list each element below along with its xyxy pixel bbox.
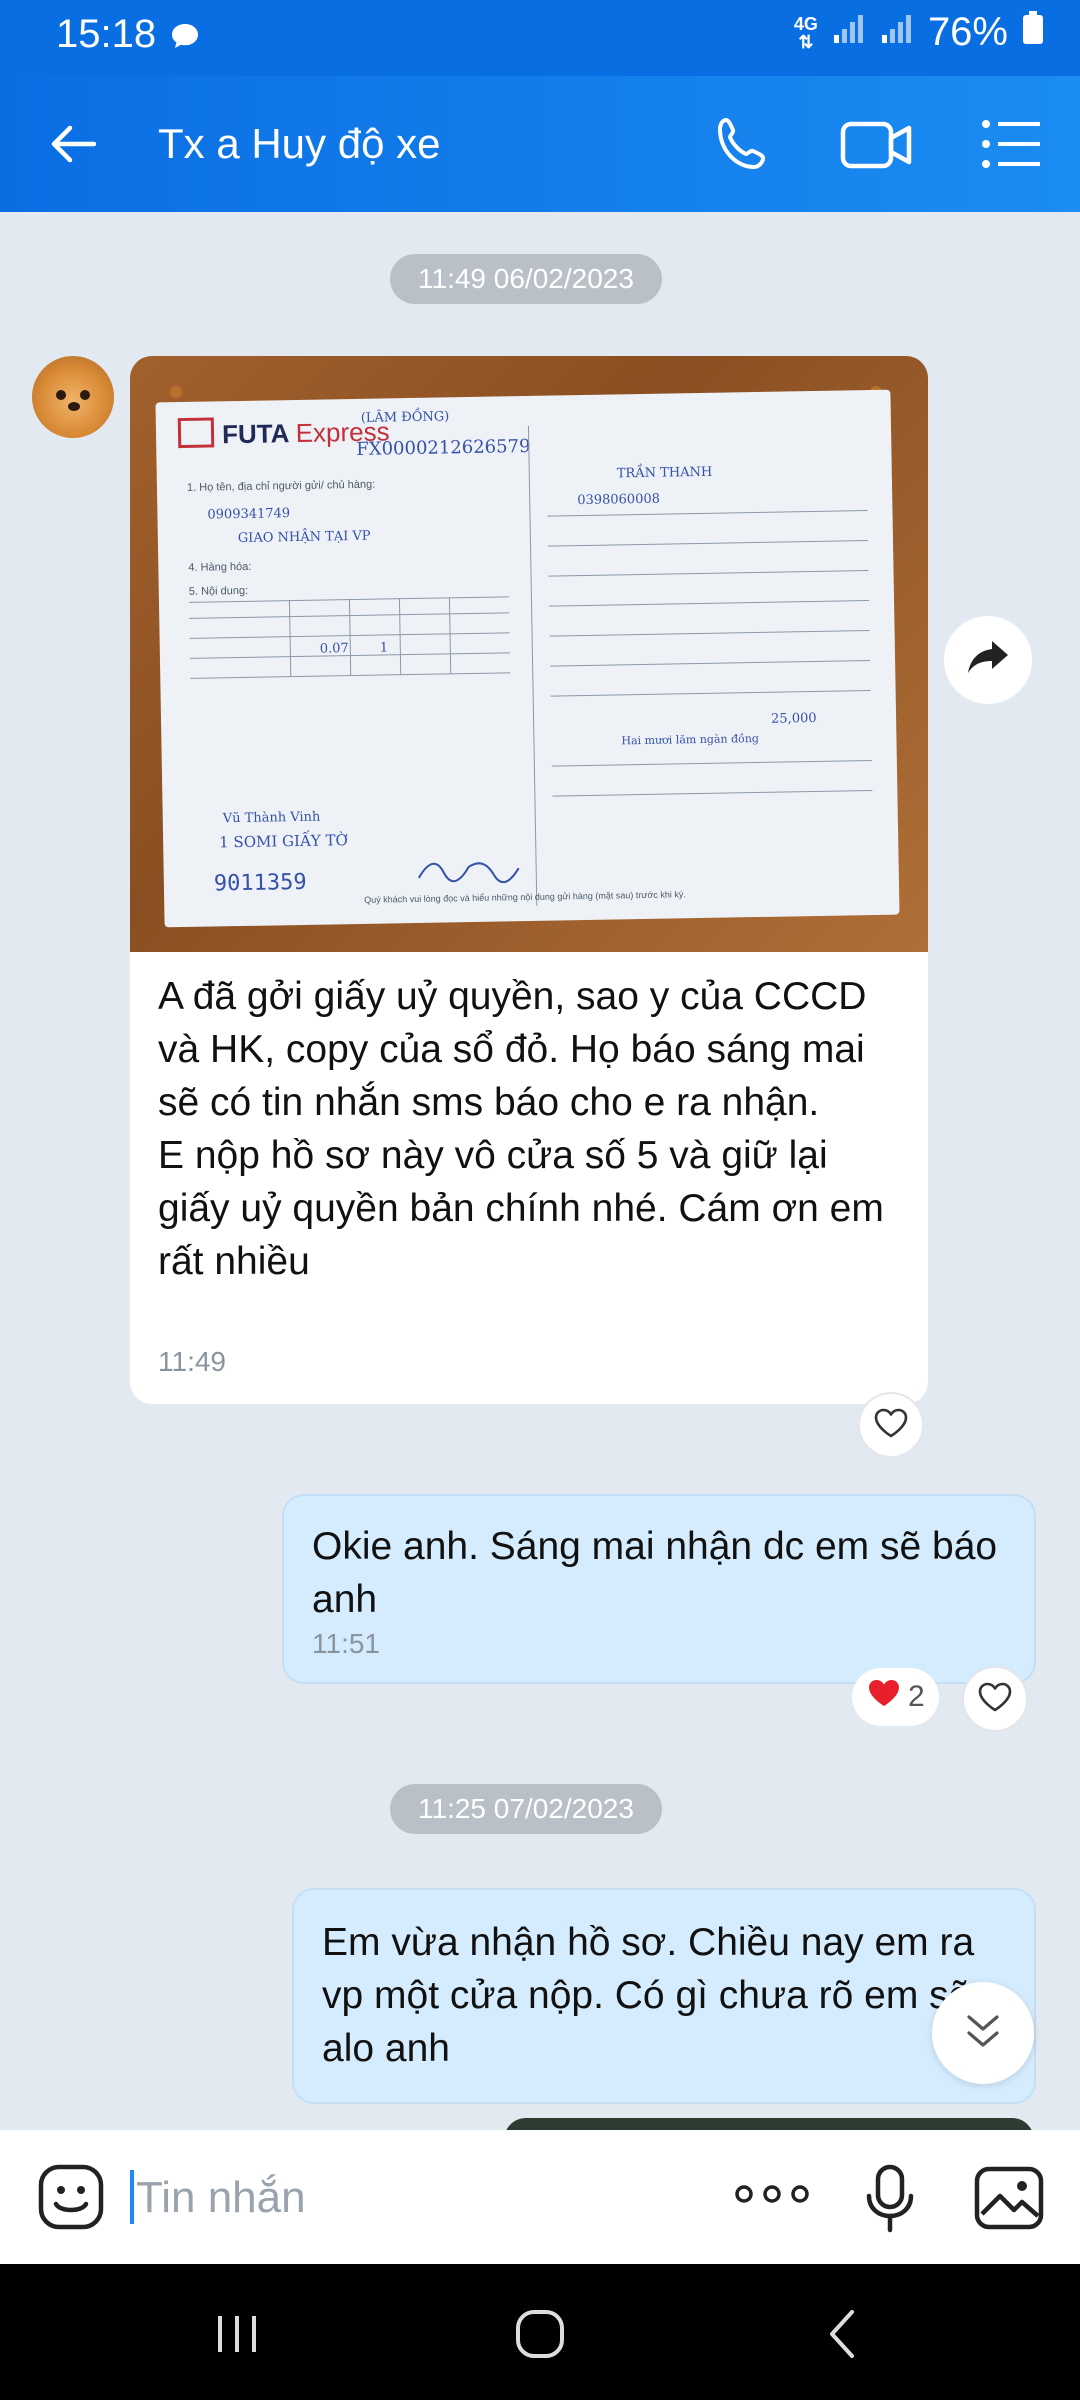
system-nav-bar xyxy=(0,2264,1080,2400)
date-separator: 11:25 07/02/2023 xyxy=(390,1784,662,1834)
reaction-summary[interactable]: 2 xyxy=(852,1668,939,1726)
home-icon[interactable] xyxy=(514,2308,566,2365)
phone-icon[interactable] xyxy=(712,114,774,181)
messenger-notification-icon xyxy=(170,22,200,55)
message-text: Em vừa nhận hồ sơ. Chiều nay em ra vp mộ… xyxy=(322,1921,975,2070)
video-camera-icon[interactable] xyxy=(840,116,914,179)
service-type: GIAO NHẬN TẠI VP xyxy=(237,528,371,547)
sticker-face-icon[interactable] xyxy=(38,2164,104,2235)
heart-outline-icon xyxy=(977,1681,1013,1718)
message-text: Okie anh. Sáng mai nhận dc em sẽ báo anh xyxy=(312,1525,998,1621)
receipt-region: (LÂM ĐỒNG) xyxy=(360,409,450,426)
qty-value: 1 xyxy=(379,640,389,656)
chat-header: Tx a Huy độ xe xyxy=(0,76,1080,212)
sender-name: Vũ Thành Vinh xyxy=(222,809,321,827)
weight-value: 0.07 xyxy=(319,641,349,657)
message-time: 11:49 xyxy=(158,1346,226,1377)
chevron-double-down-icon xyxy=(963,2011,1003,2056)
like-button[interactable] xyxy=(962,1666,1028,1732)
scroll-to-bottom-button[interactable] xyxy=(932,1982,1034,2084)
content-note: 1 SOMI GIẤY TỜ xyxy=(219,831,348,852)
outgoing-message[interactable]: Okie anh. Sáng mai nhận dc em sẽ báo anh… xyxy=(282,1494,1036,1684)
outgoing-message[interactable]: Em vừa nhận hồ sơ. Chiều nay em ra vp mộ… xyxy=(292,1888,1036,2104)
avatar[interactable] xyxy=(32,356,114,438)
chat-area[interactable]: 11:49 06/02/2023 FUTA Express (LÂM ĐỒNG)… xyxy=(0,212,1080,2130)
network-type-icon: 4G ⇅ xyxy=(793,13,818,52)
back-icon[interactable] xyxy=(824,2308,860,2365)
arrow-left-icon[interactable] xyxy=(46,116,102,177)
composer-bar xyxy=(0,2130,1080,2264)
amount-value: 25,000 xyxy=(770,710,817,727)
receipt-photo[interactable]: FUTA Express (LÂM ĐỒNG) FX0000212626579 … xyxy=(130,356,928,952)
share-button[interactable] xyxy=(944,616,1032,704)
sender-phone: 0909341749 xyxy=(207,506,291,523)
conversation-title[interactable]: Tx a Huy độ xe xyxy=(158,120,440,168)
signal-icon xyxy=(880,10,914,55)
microphone-icon[interactable] xyxy=(864,2164,916,2239)
message-time: 11:51 xyxy=(312,1628,380,1659)
like-button[interactable] xyxy=(858,1392,924,1458)
amount-words: Hai mươi lăm ngàn đồng xyxy=(621,731,760,748)
heart-outline-icon xyxy=(873,1407,909,1444)
status-bar: 15:18 4G ⇅ 76% xyxy=(0,0,1080,76)
battery-icon xyxy=(1022,10,1044,55)
date-separator: 11:49 06/02/2023 xyxy=(390,254,662,304)
receipt-serial: 9011359 xyxy=(213,869,307,897)
share-arrow-icon xyxy=(966,639,1010,682)
receiver-phone: 0398060008 xyxy=(577,491,661,509)
signature-icon xyxy=(417,862,520,884)
reaction-count: 2 xyxy=(908,1680,925,1713)
recents-icon[interactable] xyxy=(214,2312,260,2361)
receipt-footer: Quý khách vui lòng đọc và hiểu những nội… xyxy=(364,889,686,905)
image-icon[interactable] xyxy=(974,2166,1044,2235)
more-dots-icon[interactable] xyxy=(734,2178,810,2215)
receiver-name: TRẦN THANH xyxy=(616,464,713,482)
list-menu-icon[interactable] xyxy=(980,118,1042,175)
futa-logo-icon xyxy=(177,417,215,449)
next-message-preview[interactable] xyxy=(504,2118,1034,2130)
receipt-paper: FUTA Express (LÂM ĐỒNG) FX0000212626579 … xyxy=(155,389,900,928)
heart-filled-icon xyxy=(866,1677,902,1717)
message-text: A đã gởi giấy uỷ quyền, sao y của CCCD v… xyxy=(158,975,884,1283)
signal-icon xyxy=(832,10,866,55)
battery-level: 76% xyxy=(927,10,1008,54)
message-input[interactable] xyxy=(130,2168,690,2228)
receipt-code: FX0000212626579 xyxy=(356,435,531,460)
status-time: 15:18 xyxy=(56,12,157,56)
incoming-message[interactable]: FUTA Express (LÂM ĐỒNG) FX0000212626579 … xyxy=(130,356,928,1404)
